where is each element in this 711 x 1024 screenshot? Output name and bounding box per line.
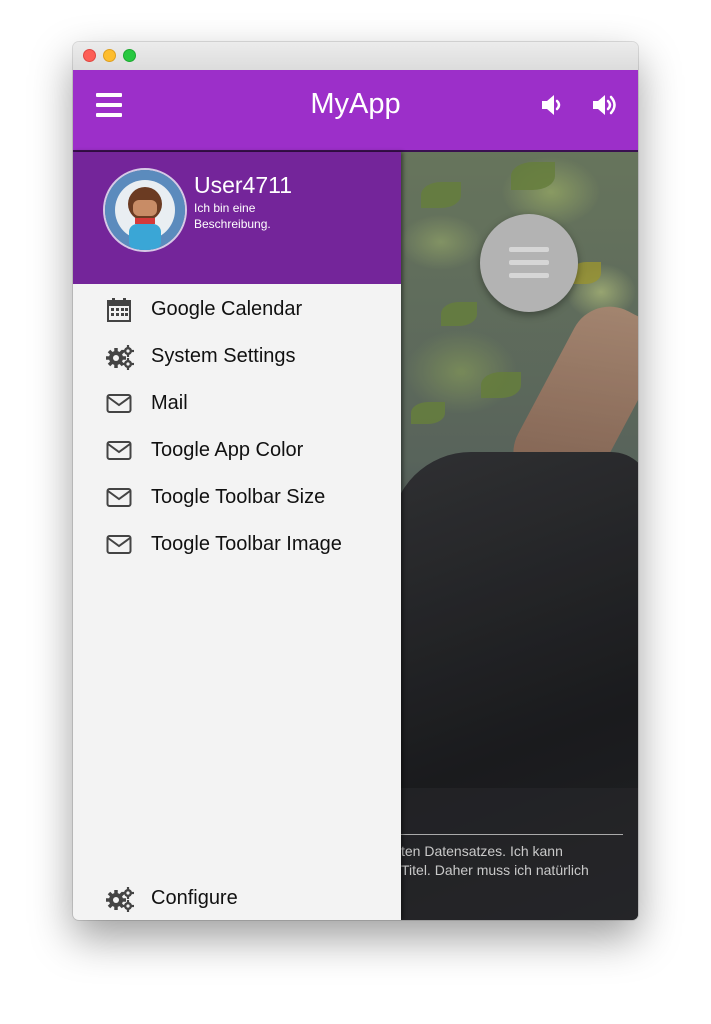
calendar-icon <box>106 297 132 322</box>
menu-item-toggle-app-color[interactable]: Toogle App Color <box>73 427 401 473</box>
envelope-icon <box>106 485 132 509</box>
menu-item-label: System Settings <box>151 345 296 367</box>
menu-item-toggle-toolbar-image[interactable]: Toogle Toolbar Image <box>73 521 401 567</box>
menu-item-label: Toogle App Color <box>151 439 304 461</box>
background-content: ten Datensatzes. Ich kann Titel. Daher m… <box>401 152 638 920</box>
gears-icon <box>106 344 134 370</box>
menu-item-label: Configure <box>151 887 238 909</box>
caption-line-1: ten Datensatzes. Ich kann <box>401 843 563 859</box>
gears-icon <box>106 886 134 912</box>
caption-text: ten Datensatzes. Ich kann Titel. Daher m… <box>401 842 638 880</box>
drawer-header: User4711 Ich bin eine Beschreibung. <box>73 152 401 284</box>
caption-divider <box>401 834 623 835</box>
user-name: User4711 <box>194 172 293 198</box>
volume-up-icon[interactable] <box>591 90 621 125</box>
volume-down-icon[interactable] <box>540 90 564 125</box>
avatar[interactable] <box>103 168 187 252</box>
window-zoom-button[interactable] <box>123 49 136 62</box>
menu-item-label: Google Calendar <box>151 298 303 320</box>
envelope-icon <box>106 438 132 462</box>
envelope-icon <box>106 532 132 556</box>
window-close-button[interactable] <box>83 49 96 62</box>
menu-item-google-calendar[interactable]: Google Calendar <box>73 286 401 332</box>
menu-item-toggle-toolbar-size[interactable]: Toogle Toolbar Size <box>73 474 401 520</box>
floating-menu-button[interactable] <box>480 214 578 312</box>
window-titlebar <box>73 42 638 71</box>
menu-item-label: Toogle Toolbar Size <box>151 486 326 508</box>
app-window: MyApp ten Datensatzes. Ich kann Titel. D… <box>73 42 638 920</box>
navigation-drawer: User4711 Ich bin eine Beschreibung. Goog… <box>73 152 401 920</box>
envelope-icon <box>106 391 132 415</box>
menu-item-configure[interactable]: Configure <box>73 875 401 920</box>
caption-line-2: Titel. Daher muss ich natürlich <box>401 862 589 878</box>
menu-item-label: Toogle Toolbar Image <box>151 533 342 555</box>
window-minimize-button[interactable] <box>103 49 116 62</box>
menu-item-system-settings[interactable]: System Settings <box>73 333 401 379</box>
app-toolbar: MyApp <box>73 70 638 152</box>
menu-item-label: Mail <box>151 392 188 414</box>
user-description: Ich bin eine Beschreibung. <box>194 201 271 231</box>
menu-item-mail[interactable]: Mail <box>73 380 401 426</box>
